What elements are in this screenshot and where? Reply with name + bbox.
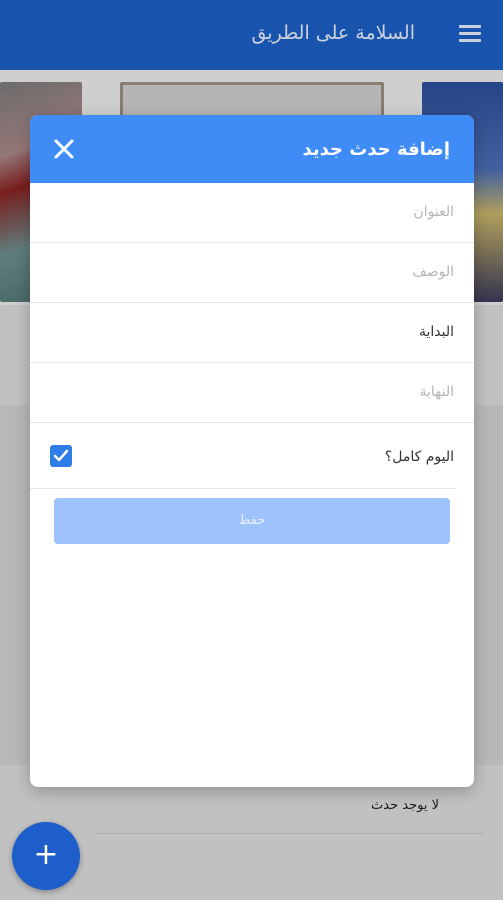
title-placeholder: العنوان	[413, 204, 454, 220]
description-placeholder: الوصف	[412, 264, 454, 280]
start-field[interactable]: البداية	[30, 303, 474, 363]
check-icon	[53, 449, 69, 462]
add-event-button[interactable]: +	[12, 822, 80, 890]
close-icon[interactable]	[50, 135, 78, 163]
dialog-header: إضافة حدث جديد	[30, 115, 474, 183]
add-event-dialog: إضافة حدث جديد العنوان الوصف البداية الن…	[30, 115, 474, 787]
start-label: البداية	[418, 324, 454, 340]
all-day-row: اليوم كامل؟	[30, 423, 456, 489]
all-day-label: اليوم كامل؟	[384, 449, 454, 465]
end-placeholder: النهاية	[419, 384, 454, 400]
title-field[interactable]: العنوان	[30, 183, 474, 243]
dialog-title: إضافة حدث جديد	[302, 139, 450, 160]
save-button[interactable]: حفظ	[54, 498, 450, 544]
end-field[interactable]: النهاية	[30, 363, 474, 423]
description-field[interactable]: الوصف	[30, 243, 474, 303]
all-day-checkbox[interactable]	[50, 445, 72, 467]
